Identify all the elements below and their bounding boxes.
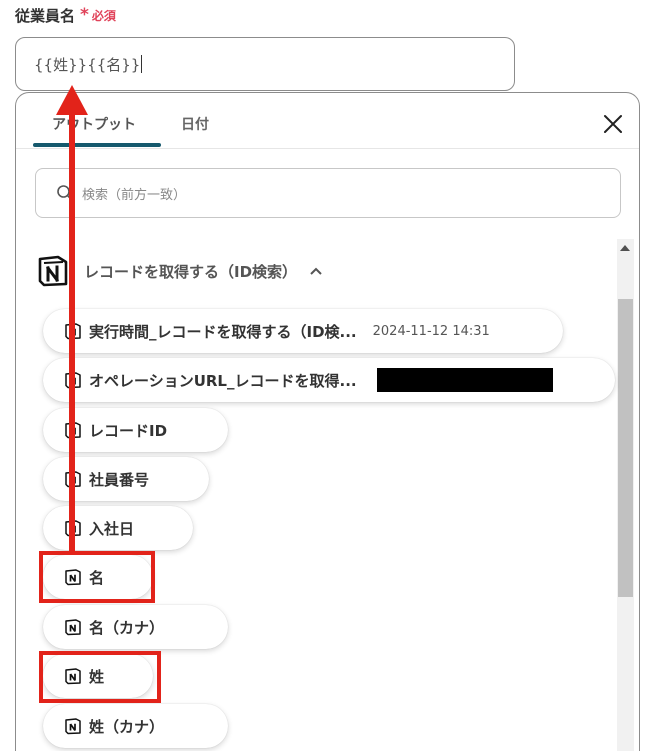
close-icon[interactable] [601, 112, 625, 136]
output-item[interactable]: オペレーションURL_レコードを取得... [43, 358, 615, 402]
redacted-value [376, 368, 553, 392]
search-placeholder: 検索（前方一致） [82, 187, 187, 203]
text-caret [141, 55, 143, 73]
required-badge: 必須 [91, 8, 116, 23]
employee-name-value: {{姓}}{{名}} [34, 55, 141, 74]
output-item-label: レコードID [89, 421, 168, 440]
highlight-box-family-name [39, 651, 161, 703]
output-item[interactable]: 姓（カナ） [43, 704, 228, 748]
output-item-label: 社員番号 [89, 470, 150, 489]
output-item[interactable]: 社員番号 [43, 457, 209, 501]
output-item[interactable]: レコードID [43, 408, 228, 452]
notion-icon [65, 323, 81, 340]
required-asterisk: * [80, 4, 89, 25]
notion-icon [65, 471, 81, 488]
notion-icon [65, 372, 81, 389]
output-item[interactable]: 入社日 [43, 506, 193, 550]
search-icon [57, 185, 73, 201]
tab-date[interactable]: 日付 [181, 114, 209, 134]
picker-tabs: アウトプット 日付 [16, 93, 639, 149]
notion-icon [38, 255, 68, 287]
employee-name-input[interactable]: {{姓}}{{名}} [15, 37, 515, 91]
output-item-label: オペレーションURL_レコードを取得... [89, 371, 357, 390]
output-item-label: 姓（カナ） [89, 717, 165, 736]
notion-icon [65, 619, 81, 636]
field-label: 従業員名 * 必須 [15, 4, 116, 26]
tab-output[interactable]: アウトプット [52, 114, 136, 134]
search-input[interactable]: 検索（前方一致） [35, 168, 621, 218]
output-item[interactable]: 名（カナ） [43, 605, 228, 649]
section-header[interactable]: レコードを取得する（ID検索） [36, 253, 323, 289]
notion-icon [65, 718, 81, 735]
scroll-up-arrow[interactable] [620, 245, 630, 251]
scrollbar[interactable] [617, 239, 634, 751]
section-title: レコードを取得する（ID検索） [84, 262, 298, 281]
output-item-label: 名（カナ） [89, 618, 165, 637]
output-item-value: 2024-11-12 14:31 [372, 323, 490, 339]
chevron-up-icon[interactable] [309, 266, 323, 276]
notion-icon [65, 422, 81, 439]
output-item-label: 入社日 [89, 519, 135, 538]
active-tab-indicator [33, 143, 161, 147]
highlight-box-given-name [39, 551, 155, 603]
scroll-thumb[interactable] [618, 299, 633, 597]
notion-icon [65, 520, 81, 537]
output-item[interactable]: 実行時間_レコードを取得する（ID検... 2024-11-12 14:31 [43, 309, 563, 353]
field-label-text: 従業員名 [15, 6, 76, 25]
output-item-label: 実行時間_レコードを取得する（ID検... [89, 322, 357, 341]
